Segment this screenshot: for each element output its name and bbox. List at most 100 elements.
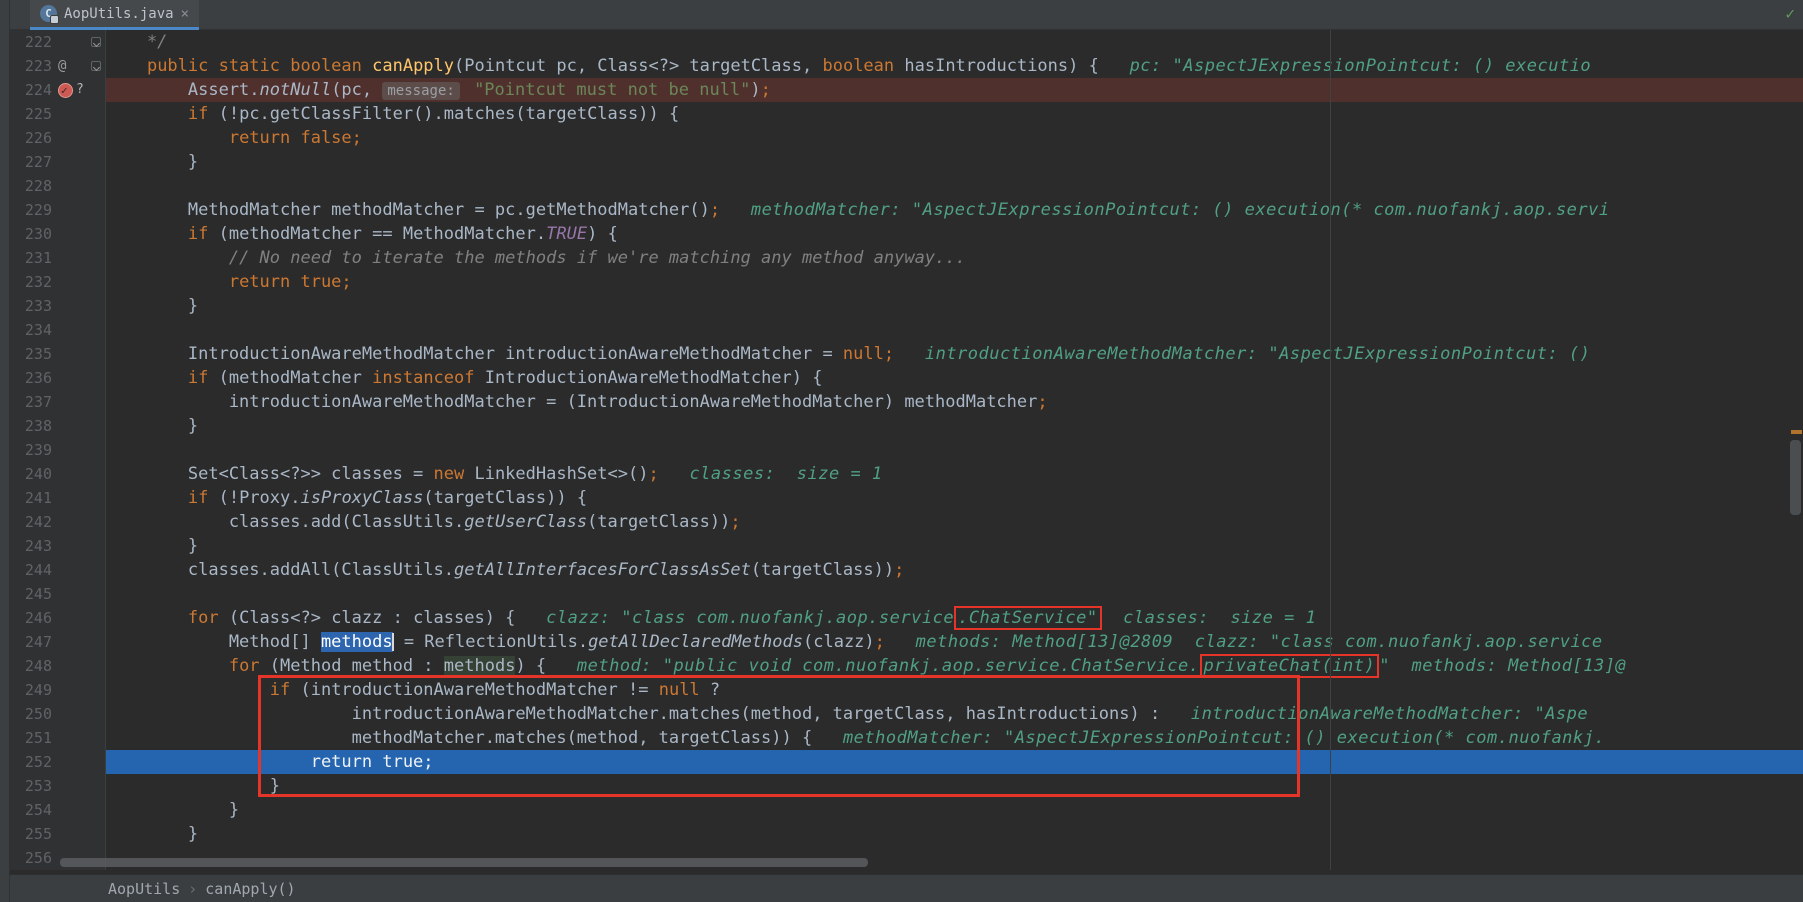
code-line[interactable]: 252 return true; <box>10 750 1803 774</box>
line-number[interactable]: 233 <box>10 294 56 318</box>
code-line[interactable]: 228 <box>10 174 1803 198</box>
code-text[interactable] <box>106 174 1803 198</box>
gutter[interactable]: 234 <box>10 318 106 342</box>
code-line[interactable]: 235 IntroductionAwareMethodMatcher intro… <box>10 342 1803 366</box>
gutter[interactable]: 235 <box>10 342 106 366</box>
code-line[interactable]: 239 <box>10 438 1803 462</box>
code-text[interactable]: } <box>106 414 1803 438</box>
code-text[interactable]: return false; <box>106 126 1803 150</box>
code-line[interactable]: 240 Set<Class<?>> classes = new LinkedHa… <box>10 462 1803 486</box>
code-text[interactable] <box>106 438 1803 462</box>
code-editor[interactable]: 222 */223 @ public static boolean canAppl… <box>10 30 1803 870</box>
code-text[interactable]: } <box>106 798 1803 822</box>
code-line[interactable]: 255 } <box>10 822 1803 846</box>
horizontal-scrollbar[interactable] <box>60 858 868 867</box>
code-text[interactable]: return true; <box>106 750 1803 774</box>
line-number[interactable]: 254 <box>10 798 56 822</box>
fold-marker-icon[interactable] <box>91 37 101 47</box>
gutter[interactable]: 243 <box>10 534 106 558</box>
code-line[interactable]: 230 if (methodMatcher == MethodMatcher.T… <box>10 222 1803 246</box>
line-number[interactable]: 225 <box>10 102 56 126</box>
code-line[interactable]: 229 MethodMatcher methodMatcher = pc.get… <box>10 198 1803 222</box>
line-number[interactable]: 223 <box>10 54 56 78</box>
code-line[interactable]: 251 methodMatcher.matches(method, target… <box>10 726 1803 750</box>
line-number[interactable]: 239 <box>10 438 56 462</box>
code-line[interactable]: 237 introductionAwareMethodMatcher = (In… <box>10 390 1803 414</box>
gutter[interactable]: 232 <box>10 270 106 294</box>
line-number[interactable]: 255 <box>10 822 56 846</box>
code-line[interactable]: 246 for (Class<?> clazz : classes) { cla… <box>10 606 1803 630</box>
code-text[interactable]: Assert.notNull(pc, message: "Pointcut mu… <box>106 78 1803 102</box>
code-line[interactable]: 254 } <box>10 798 1803 822</box>
code-text[interactable]: return true; <box>106 270 1803 294</box>
line-number[interactable]: 222 <box>10 30 56 54</box>
code-text[interactable]: MethodMatcher methodMatcher = pc.getMeth… <box>106 198 1803 222</box>
code-text[interactable]: methodMatcher.matches(method, targetClas… <box>106 726 1803 750</box>
line-number[interactable]: 224 <box>10 78 56 102</box>
code-line[interactable]: 231 // No need to iterate the methods if… <box>10 246 1803 270</box>
code-text[interactable] <box>106 318 1803 342</box>
gutter[interactable]: 247 <box>10 630 106 654</box>
code-text[interactable]: // No need to iterate the methods if we'… <box>106 246 1803 270</box>
tab-aoputils-java[interactable]: C AopUtils.java × <box>30 0 200 30</box>
gutter[interactable]: 246 <box>10 606 106 630</box>
line-number[interactable]: 243 <box>10 534 56 558</box>
line-number[interactable]: 231 <box>10 246 56 270</box>
line-number[interactable]: 248 <box>10 654 56 678</box>
code-text[interactable]: classes.addAll(ClassUtils.getAllInterfac… <box>106 558 1803 582</box>
close-icon[interactable]: × <box>181 7 189 21</box>
code-text[interactable]: if (!pc.getClassFilter().matches(targetC… <box>106 102 1803 126</box>
code-text[interactable]: classes.add(ClassUtils.getUserClass(targ… <box>106 510 1803 534</box>
gutter[interactable]: 250 <box>10 702 106 726</box>
code-text[interactable]: if (!Proxy.isProxyClass(targetClass)) { <box>106 486 1803 510</box>
code-line[interactable]: 243 } <box>10 534 1803 558</box>
gutter[interactable]: 248 <box>10 654 106 678</box>
code-text[interactable]: if (methodMatcher instanceof Introductio… <box>106 366 1803 390</box>
line-number[interactable]: 238 <box>10 414 56 438</box>
gutter[interactable]: 238 <box>10 414 106 438</box>
code-text[interactable]: Method[] methods = ReflectionUtils.getAl… <box>106 630 1803 654</box>
code-line[interactable]: 227 } <box>10 150 1803 174</box>
line-number[interactable]: 249 <box>10 678 56 702</box>
code-text[interactable]: } <box>106 534 1803 558</box>
gutter[interactable]: 255 <box>10 822 106 846</box>
breadcrumb-item-class[interactable]: AopUtils <box>108 880 180 898</box>
tool-window-stripe[interactable] <box>0 0 10 902</box>
fold-marker-icon[interactable] <box>91 61 101 71</box>
line-number[interactable]: 252 <box>10 750 56 774</box>
gutter[interactable]: 228 <box>10 174 106 198</box>
gutter[interactable]: 240 <box>10 462 106 486</box>
code-text[interactable]: public static boolean canApply(Pointcut … <box>106 54 1803 78</box>
code-text[interactable]: } <box>106 150 1803 174</box>
gutter[interactable]: 236 <box>10 366 106 390</box>
line-number[interactable]: 246 <box>10 606 56 630</box>
code-text[interactable]: introductionAwareMethodMatcher.matches(m… <box>106 702 1803 726</box>
code-text[interactable]: for (Method method : methods) { method: … <box>106 654 1803 678</box>
gutter[interactable]: 226 <box>10 126 106 150</box>
line-number[interactable]: 236 <box>10 366 56 390</box>
code-line[interactable]: 253 } <box>10 774 1803 798</box>
line-number[interactable]: 227 <box>10 150 56 174</box>
gutter[interactable]: 254 <box>10 798 106 822</box>
code-line[interactable]: 250 introductionAwareMethodMatcher.match… <box>10 702 1803 726</box>
code-text[interactable]: if (introductionAwareMethodMatcher != nu… <box>106 678 1803 702</box>
line-number[interactable]: 242 <box>10 510 56 534</box>
code-text[interactable]: */ <box>106 30 1803 54</box>
gutter[interactable]: 227 <box>10 150 106 174</box>
code-line[interactable]: 244 classes.addAll(ClassUtils.getAllInte… <box>10 558 1803 582</box>
gutter[interactable]: 245 <box>10 582 106 606</box>
code-line[interactable]: 222 */ <box>10 30 1803 54</box>
gutter[interactable]: 222 <box>10 30 106 54</box>
line-number[interactable]: 247 <box>10 630 56 654</box>
code-line[interactable]: 232 return true; <box>10 270 1803 294</box>
line-number[interactable]: 237 <box>10 390 56 414</box>
line-number[interactable]: 229 <box>10 198 56 222</box>
code-text[interactable]: } <box>106 774 1803 798</box>
code-line[interactable]: 245 <box>10 582 1803 606</box>
code-line[interactable]: 242 classes.add(ClassUtils.getUserClass(… <box>10 510 1803 534</box>
gutter[interactable]: 223 @ <box>10 54 106 78</box>
code-line[interactable]: 248 for (Method method : methods) { meth… <box>10 654 1803 678</box>
gutter[interactable]: 244 <box>10 558 106 582</box>
code-line[interactable]: 238 } <box>10 414 1803 438</box>
line-number[interactable]: 230 <box>10 222 56 246</box>
